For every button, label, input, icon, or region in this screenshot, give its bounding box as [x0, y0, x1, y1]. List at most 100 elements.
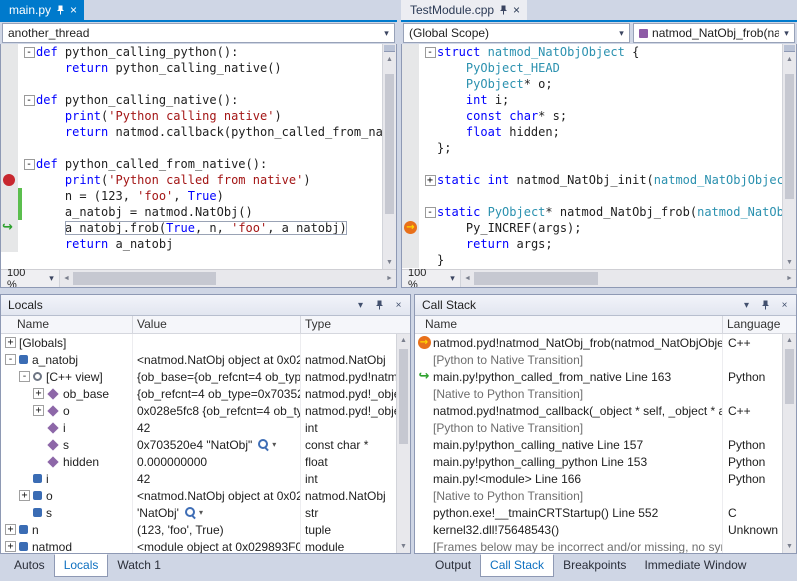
collapse-icon[interactable]: - [19, 371, 30, 382]
expand-icon[interactable]: + [33, 405, 44, 416]
pin-icon[interactable] [499, 5, 508, 15]
locals-row[interactable]: -a_natobj<natmod.NatObj object at 0x028E… [1, 351, 396, 368]
call-stack-row[interactable]: natmod.pyd!natmod_callback(_object * sel… [415, 402, 782, 419]
locals-row[interactable]: +n(123, 'foo', True)tuple [1, 521, 396, 538]
vertical-scrollbar[interactable]: ▲ ▼ [382, 44, 396, 269]
scrollbar-track[interactable] [73, 270, 383, 287]
call-stack-row[interactable]: main.py!python_calling_native Line 157Py… [415, 436, 782, 453]
expand-icon[interactable]: + [5, 524, 16, 535]
margin-gutter[interactable] [402, 156, 419, 172]
code-line[interactable]: -def python_called_from_native(): [1, 156, 396, 172]
scrollbar-thumb[interactable] [785, 74, 794, 199]
margin-gutter[interactable] [1, 76, 18, 92]
zoom-dropdown[interactable]: 100 % ▾ [402, 267, 460, 289]
tab-main-py[interactable]: main.py × [0, 0, 84, 20]
tab-testmodule-cpp[interactable]: TestModule.cpp × [401, 0, 527, 20]
column-header-value[interactable]: Value [133, 316, 301, 333]
code-line[interactable]: int i; [402, 92, 796, 108]
locals-row[interactable]: +o0x028e5fc8 {ob_refcnt=4 ob_type=0x7035… [1, 402, 396, 419]
column-header-name[interactable]: Name [415, 316, 723, 333]
call-stack-row[interactable]: ↪main.py!python_called_from_native Line … [415, 368, 782, 385]
code-line[interactable]: -static PyObject* natmod_NatObj_frob(nat… [402, 204, 796, 220]
expand-icon[interactable]: + [425, 175, 436, 186]
margin-gutter[interactable] [402, 188, 419, 204]
margin-gutter[interactable] [402, 252, 419, 268]
code-line[interactable]: → Py_INCREF(args); [402, 220, 796, 236]
margin-gutter[interactable] [402, 108, 419, 124]
collapse-icon[interactable]: - [5, 354, 16, 365]
window-menu-icon[interactable]: ▾ [352, 297, 369, 313]
margin-gutter[interactable] [1, 44, 18, 60]
code-line[interactable]: print('Python calling native') [1, 108, 396, 124]
horizontal-scrollbar[interactable]: ◄ ► [59, 270, 396, 287]
chevron-down-icon[interactable]: ▾ [379, 28, 394, 39]
code-line[interactable]: return natmod.callback(python_called_fro… [1, 124, 396, 140]
visualizer-dropdown-icon[interactable]: ▾ [199, 508, 203, 517]
code-line[interactable]: const char* s; [402, 108, 796, 124]
call-stack-row[interactable]: main.py!python_calling_python Line 153Py… [415, 453, 782, 470]
margin-gutter[interactable] [1, 124, 18, 140]
split-handle-icon[interactable] [784, 45, 795, 52]
call-stack-row[interactable]: main.py!<module> Line 166Python [415, 470, 782, 487]
margin-gutter[interactable]: ↪ [1, 220, 18, 236]
breakpoint-icon[interactable] [3, 174, 15, 186]
split-handle-icon[interactable] [384, 45, 395, 52]
margin-gutter[interactable] [1, 140, 18, 156]
column-header-language[interactable]: Language [723, 316, 796, 333]
expand-icon[interactable]: + [19, 490, 30, 501]
code-line[interactable]: return a_natobj [1, 236, 396, 252]
scroll-right-icon[interactable]: ► [783, 275, 796, 282]
magnifier-icon[interactable] [184, 506, 197, 519]
code-editor-main-py[interactable]: -def python_calling_python(): return pyt… [1, 44, 396, 269]
margin-gutter[interactable] [402, 44, 419, 60]
margin-gutter[interactable] [402, 76, 419, 92]
vertical-scrollbar[interactable]: ▲ ▼ [396, 334, 410, 553]
margin-gutter[interactable] [402, 172, 419, 188]
vertical-scrollbar[interactable]: ▲ ▼ [782, 44, 796, 269]
bottom-tab-autos[interactable]: Autos [5, 555, 54, 576]
close-icon[interactable]: × [776, 297, 793, 313]
chevron-down-icon[interactable]: ▾ [44, 273, 59, 284]
code-line[interactable]: } [402, 252, 796, 268]
margin-gutter[interactable] [1, 188, 18, 204]
column-header-name[interactable]: Name [1, 316, 133, 333]
scroll-left-icon[interactable]: ◄ [60, 275, 73, 282]
margin-gutter[interactable] [402, 236, 419, 252]
call-stack-row[interactable]: [Native to Python Transition] [415, 487, 782, 504]
close-icon[interactable]: × [70, 5, 77, 15]
close-icon[interactable]: × [390, 297, 407, 313]
locals-title-bar[interactable]: Locals ▾ × [1, 295, 410, 316]
pin-icon[interactable] [757, 297, 774, 313]
scroll-up-icon[interactable]: ▲ [783, 334, 796, 347]
margin-gutter[interactable] [1, 204, 18, 220]
locals-row[interactable]: s0x703520e4 "NatObj"▾const char * [1, 436, 396, 453]
margin-gutter[interactable]: → [402, 220, 419, 236]
scrollbar-thumb[interactable] [785, 349, 794, 404]
code-line[interactable]: +static int natmod_NatObj_init(natmod_Na… [402, 172, 796, 188]
call-stack-row[interactable]: python.exe!__tmainCRTStartup() Line 552C [415, 504, 782, 521]
scroll-up-icon[interactable]: ▲ [783, 53, 796, 66]
expand-icon[interactable]: + [33, 388, 44, 399]
collapse-icon[interactable]: - [425, 47, 436, 58]
margin-gutter[interactable] [402, 60, 419, 76]
code-line[interactable]: PyObject_HEAD [402, 60, 796, 76]
code-line[interactable]: -struct natmod_NatObjObject { [402, 44, 796, 60]
collapse-icon[interactable]: - [425, 207, 436, 218]
scrollbar-thumb[interactable] [385, 74, 394, 214]
call-stack-row[interactable]: [Native to Python Transition] [415, 385, 782, 402]
chevron-down-icon[interactable]: ▾ [445, 273, 460, 284]
margin-gutter[interactable] [402, 204, 419, 220]
call-stack-title-bar[interactable]: Call Stack ▾ × [415, 295, 796, 316]
margin-gutter[interactable] [1, 156, 18, 172]
scroll-left-icon[interactable]: ◄ [461, 275, 474, 282]
margin-gutter[interactable] [1, 108, 18, 124]
collapse-icon[interactable]: - [24, 95, 35, 106]
scrollbar-thumb[interactable] [73, 272, 216, 285]
locals-row[interactable]: s'NatObj'▾str [1, 504, 396, 521]
locals-row[interactable]: +o<natmod.NatObj object at 0x028E5FC8>na… [1, 487, 396, 504]
locals-row[interactable]: -[C++ view]{ob_base={ob_refcnt=4 ob_type… [1, 368, 396, 385]
pin-icon[interactable] [371, 297, 388, 313]
scrollbar-thumb[interactable] [399, 349, 408, 444]
locals-row[interactable]: +natmod<module object at 0x029893F0>modu… [1, 538, 396, 553]
code-line[interactable]: a_natobj = natmod.NatObj() [1, 204, 396, 220]
